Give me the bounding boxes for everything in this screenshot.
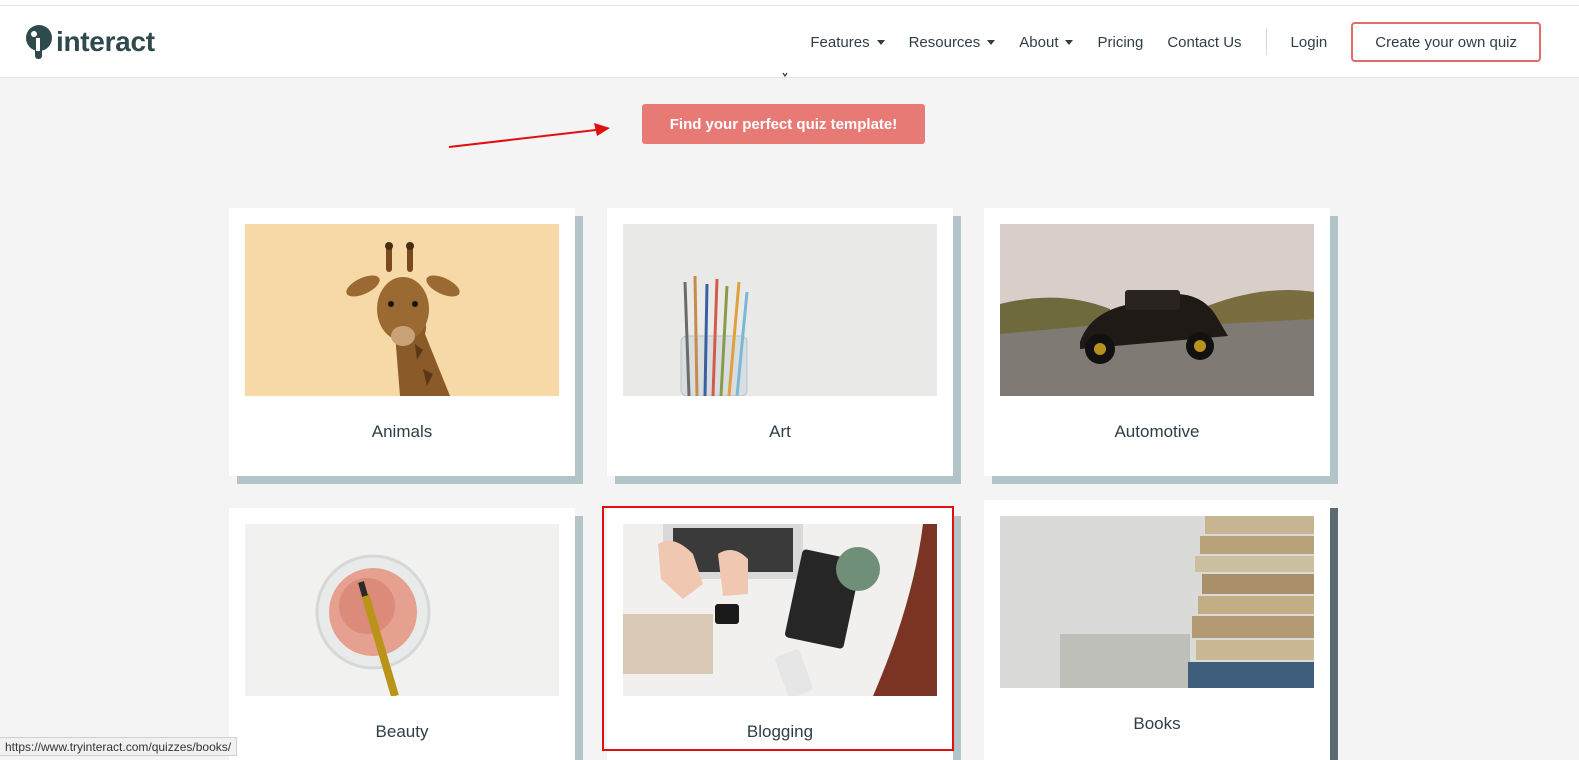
paintbrushes-image	[623, 224, 937, 396]
category-label: Animals	[371, 422, 433, 441]
find-quiz-template-button[interactable]: Find your perfect quiz template!	[642, 104, 925, 144]
nav-resources[interactable]: Resources	[909, 34, 996, 51]
card-body: Books	[984, 500, 1330, 760]
nav-divider	[1265, 29, 1267, 55]
category-label: Automotive	[1114, 422, 1200, 441]
book-stack-image	[1000, 516, 1314, 688]
interact-logo-icon	[26, 25, 52, 59]
vintage-car-image	[1000, 224, 1314, 396]
nav-pricing-label: Pricing	[1097, 33, 1144, 51]
nav-pricing[interactable]: Pricing	[1097, 34, 1143, 51]
annotation-arrow-icon	[448, 123, 610, 148]
category-label: Beauty	[375, 722, 429, 741]
nav-about[interactable]: About	[1019, 33, 1074, 51]
card-body: Automotive	[984, 208, 1330, 476]
nav-contact-label: Contact Us	[1167, 33, 1242, 51]
caret-down-icon	[987, 39, 996, 45]
nav-features[interactable]: Features	[810, 33, 885, 51]
selection-highlight	[602, 506, 954, 751]
main-nav: Features Resources About Pricing Contact…	[786, 22, 1541, 62]
card-body: Animals	[229, 208, 575, 476]
caret-down-icon	[876, 39, 885, 45]
category-label: Art	[769, 422, 791, 441]
nav-contact[interactable]: Contact Us	[1167, 34, 1241, 51]
brand-name: interact	[56, 26, 155, 57]
card-body: Art	[607, 208, 953, 476]
makeup-powder-image	[245, 524, 559, 696]
giraffe-image	[245, 224, 559, 396]
nav-features-label: Features	[810, 33, 870, 51]
login-link[interactable]: Login	[1291, 34, 1328, 51]
nav-about-label: About	[1019, 33, 1059, 51]
nav-resources-label: Resources	[908, 33, 981, 51]
card-body: Beauty	[229, 508, 575, 760]
caret-down-icon	[1065, 39, 1074, 45]
decorative-mark	[782, 72, 788, 78]
status-bar-url: https://www.tryinteract.com/quizzes/book…	[0, 737, 238, 756]
site-header: interact Features Resources About Pricin…	[0, 6, 1579, 78]
create-quiz-button[interactable]: Create your own quiz	[1351, 22, 1541, 62]
category-label: Books	[1133, 714, 1181, 733]
logo[interactable]: interact	[24, 24, 155, 60]
